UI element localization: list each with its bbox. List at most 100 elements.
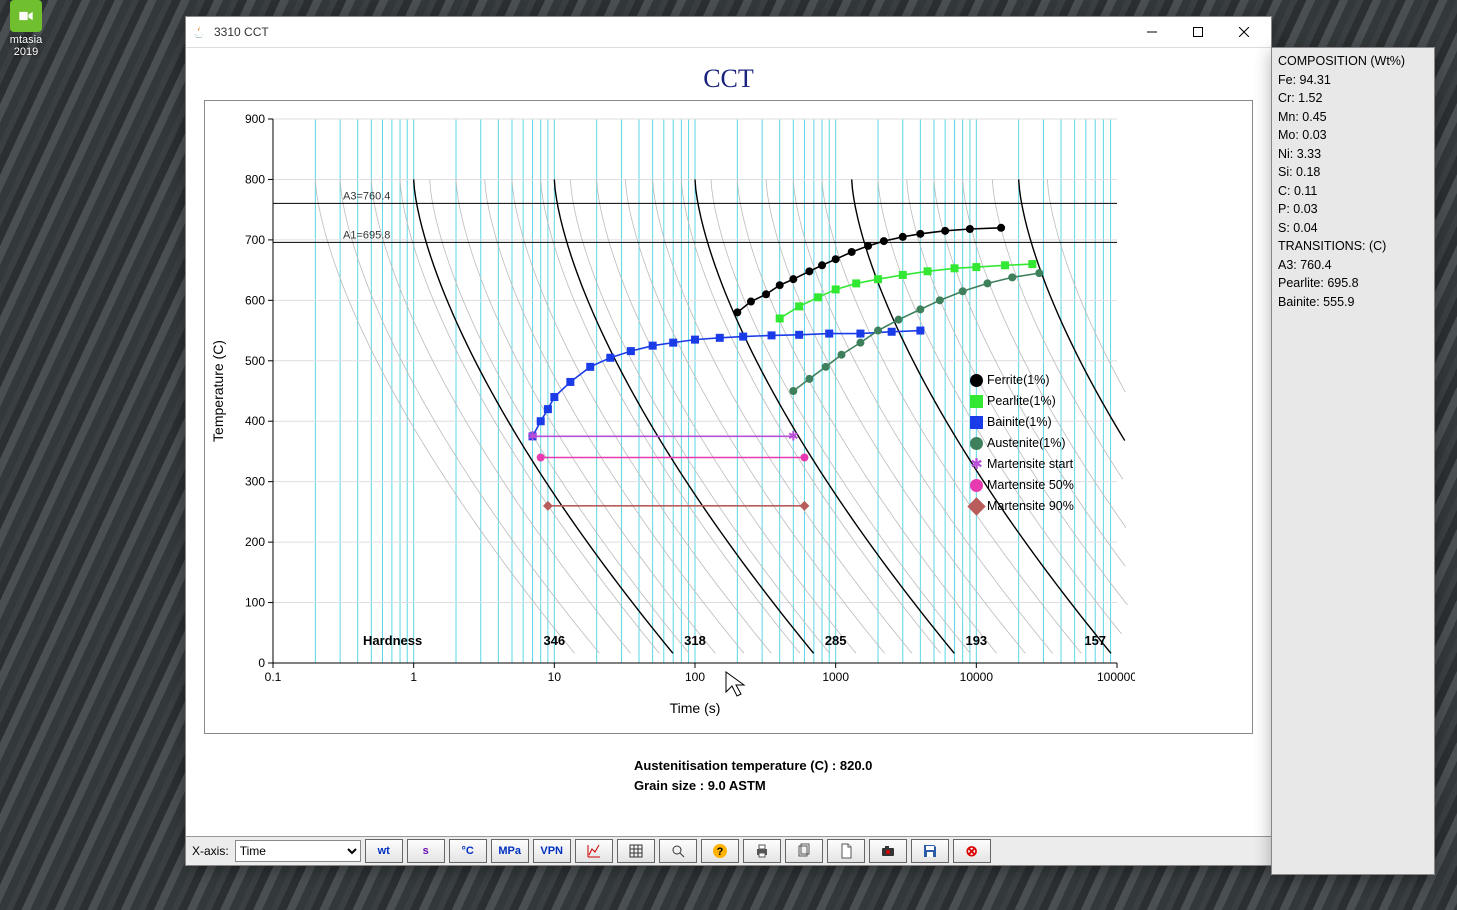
svg-text:100000: 100000 xyxy=(1097,670,1135,684)
svg-text:1: 1 xyxy=(410,670,417,684)
btn-mpa[interactable]: MPa xyxy=(491,839,529,863)
svg-text:A1=695.8: A1=695.8 xyxy=(343,229,390,241)
legend-swatch xyxy=(967,497,985,515)
btn-chart-icon[interactable] xyxy=(575,839,613,863)
composition-row: Fe: 94.31 xyxy=(1278,71,1428,90)
legend-swatch xyxy=(970,416,983,429)
desktop-shortcut-camtasia[interactable]: mtasia 2019 xyxy=(6,0,46,58)
app-window: 3310 CCT CCT A3=760.4 A1=695.8 ✱ ✱ 0 100 200 30… xyxy=(185,16,1272,866)
btn-camera-icon[interactable] xyxy=(869,839,907,863)
xaxis-select[interactable]: Time xyxy=(235,840,361,862)
caption-austenitisation: Austenitisation temperature (C) : 820.0 xyxy=(634,756,1271,776)
legend-label: Martensite 90% xyxy=(987,496,1074,517)
btn-zoom-icon[interactable] xyxy=(659,839,697,863)
desktop-shortcut-label2: 2019 xyxy=(6,46,46,58)
close-button[interactable] xyxy=(1221,18,1267,46)
legend-item: Austenite(1%) xyxy=(970,433,1074,454)
transition-row: Pearlite: 695.8 xyxy=(1278,274,1428,293)
transitions-header: TRANSITIONS: (C) xyxy=(1278,237,1428,256)
svg-text:700: 700 xyxy=(245,233,265,247)
svg-text:0.1: 0.1 xyxy=(265,670,282,684)
caption-grain-size: Grain size : 9.0 ASTM xyxy=(634,776,1271,796)
svg-text:157: 157 xyxy=(1084,633,1106,648)
svg-text:100: 100 xyxy=(245,596,265,610)
svg-text:Time (s): Time (s) xyxy=(670,700,721,716)
legend-swatch xyxy=(970,374,983,387)
legend-item: Ferrite(1%) xyxy=(970,370,1074,391)
legend-item: ✱ Martensite start xyxy=(970,454,1074,475)
svg-text:500: 500 xyxy=(245,354,265,368)
svg-text:✱: ✱ xyxy=(788,428,799,443)
svg-text:✱: ✱ xyxy=(527,428,538,443)
svg-text:Temperature (C): Temperature (C) xyxy=(210,340,226,442)
svg-text:400: 400 xyxy=(245,414,265,428)
composition-row: C: 0.11 xyxy=(1278,182,1428,201)
desktop-shortcut-label: mtasia xyxy=(6,34,46,46)
camtasia-icon xyxy=(10,0,42,32)
svg-text:Hardness: Hardness xyxy=(363,633,422,648)
svg-text:1000: 1000 xyxy=(822,670,849,684)
legend-label: Bainite(1%) xyxy=(987,412,1052,433)
legend-label: Pearlite(1%) xyxy=(987,391,1056,412)
transition-row: A3: 760.4 xyxy=(1278,256,1428,275)
xaxis-label: X-axis: xyxy=(190,844,231,858)
composition-row: Cr: 1.52 xyxy=(1278,89,1428,108)
btn-doc-icon[interactable] xyxy=(827,839,865,863)
legend-item: Pearlite(1%) xyxy=(970,391,1074,412)
legend-label: Martensite 50% xyxy=(987,475,1074,496)
btn-s[interactable]: s xyxy=(407,839,445,863)
legend-item: Martensite 90% xyxy=(970,496,1074,517)
svg-text:A3=760.4: A3=760.4 xyxy=(343,190,390,202)
svg-text:100: 100 xyxy=(685,670,705,684)
composition-row: Ni: 3.33 xyxy=(1278,145,1428,164)
legend-swatch xyxy=(970,437,983,450)
btn-copy-icon[interactable] xyxy=(785,839,823,863)
composition-row: Mn: 0.45 xyxy=(1278,108,1428,127)
svg-text:285: 285 xyxy=(825,633,847,648)
svg-text:?: ? xyxy=(716,846,723,858)
btn-close-icon[interactable]: ⊗ xyxy=(953,839,991,863)
btn-wt[interactable]: wt xyxy=(365,839,403,863)
minimize-button[interactable] xyxy=(1129,18,1175,46)
chart-title: CCT xyxy=(186,48,1271,100)
legend-label: Austenite(1%) xyxy=(987,433,1066,454)
maximize-button[interactable] xyxy=(1175,18,1221,46)
btn-help-icon[interactable]: ? xyxy=(701,839,739,863)
svg-text:193: 193 xyxy=(965,633,987,648)
btn-print-icon[interactable] xyxy=(743,839,781,863)
composition-row: Mo: 0.03 xyxy=(1278,126,1428,145)
legend-label: Martensite start xyxy=(987,454,1073,475)
svg-text:10: 10 xyxy=(548,670,562,684)
btn-vpn[interactable]: VPN xyxy=(533,839,571,863)
svg-text:800: 800 xyxy=(245,172,265,186)
svg-text:346: 346 xyxy=(543,633,565,648)
composition-row: S: 0.04 xyxy=(1278,219,1428,238)
legend-item: Martensite 50% xyxy=(970,475,1074,496)
btn-save-icon[interactable] xyxy=(911,839,949,863)
chart-area[interactable]: A3=760.4 A1=695.8 ✱ ✱ 0 100 200 300 400 500 600 700… xyxy=(204,100,1253,734)
svg-text:300: 300 xyxy=(245,475,265,489)
svg-text:10000: 10000 xyxy=(960,670,994,684)
legend-label: Ferrite(1%) xyxy=(987,370,1050,391)
svg-text:318: 318 xyxy=(684,633,706,648)
btn-degc[interactable]: °C xyxy=(449,839,487,863)
titlebar[interactable]: 3310 CCT xyxy=(186,17,1271,48)
svg-text:600: 600 xyxy=(245,293,265,307)
svg-text:900: 900 xyxy=(245,112,265,126)
statusbar: X-axis: Time wt s °C MPa VPN ? ⊗ xyxy=(186,836,1271,865)
composition-row: P: 0.03 xyxy=(1278,200,1428,219)
java-icon xyxy=(190,23,208,41)
composition-header: COMPOSITION (Wt%) xyxy=(1278,52,1428,71)
btn-grid-icon[interactable] xyxy=(617,839,655,863)
composition-panel: COMPOSITION (Wt%) Fe: 94.31Cr: 1.52Mn: 0… xyxy=(1271,47,1435,875)
legend-swatch: ✱ xyxy=(970,458,983,471)
chart-legend: Ferrite(1%)Pearlite(1%)Bainite(1%)Austen… xyxy=(970,370,1074,517)
window-title: 3310 CCT xyxy=(214,25,269,39)
legend-item: Bainite(1%) xyxy=(970,412,1074,433)
composition-row: Si: 0.18 xyxy=(1278,163,1428,182)
svg-text:0: 0 xyxy=(258,656,265,670)
svg-text:200: 200 xyxy=(245,535,265,549)
transition-row: Bainite: 555.9 xyxy=(1278,293,1428,312)
legend-swatch xyxy=(970,395,983,408)
legend-swatch xyxy=(970,479,983,492)
